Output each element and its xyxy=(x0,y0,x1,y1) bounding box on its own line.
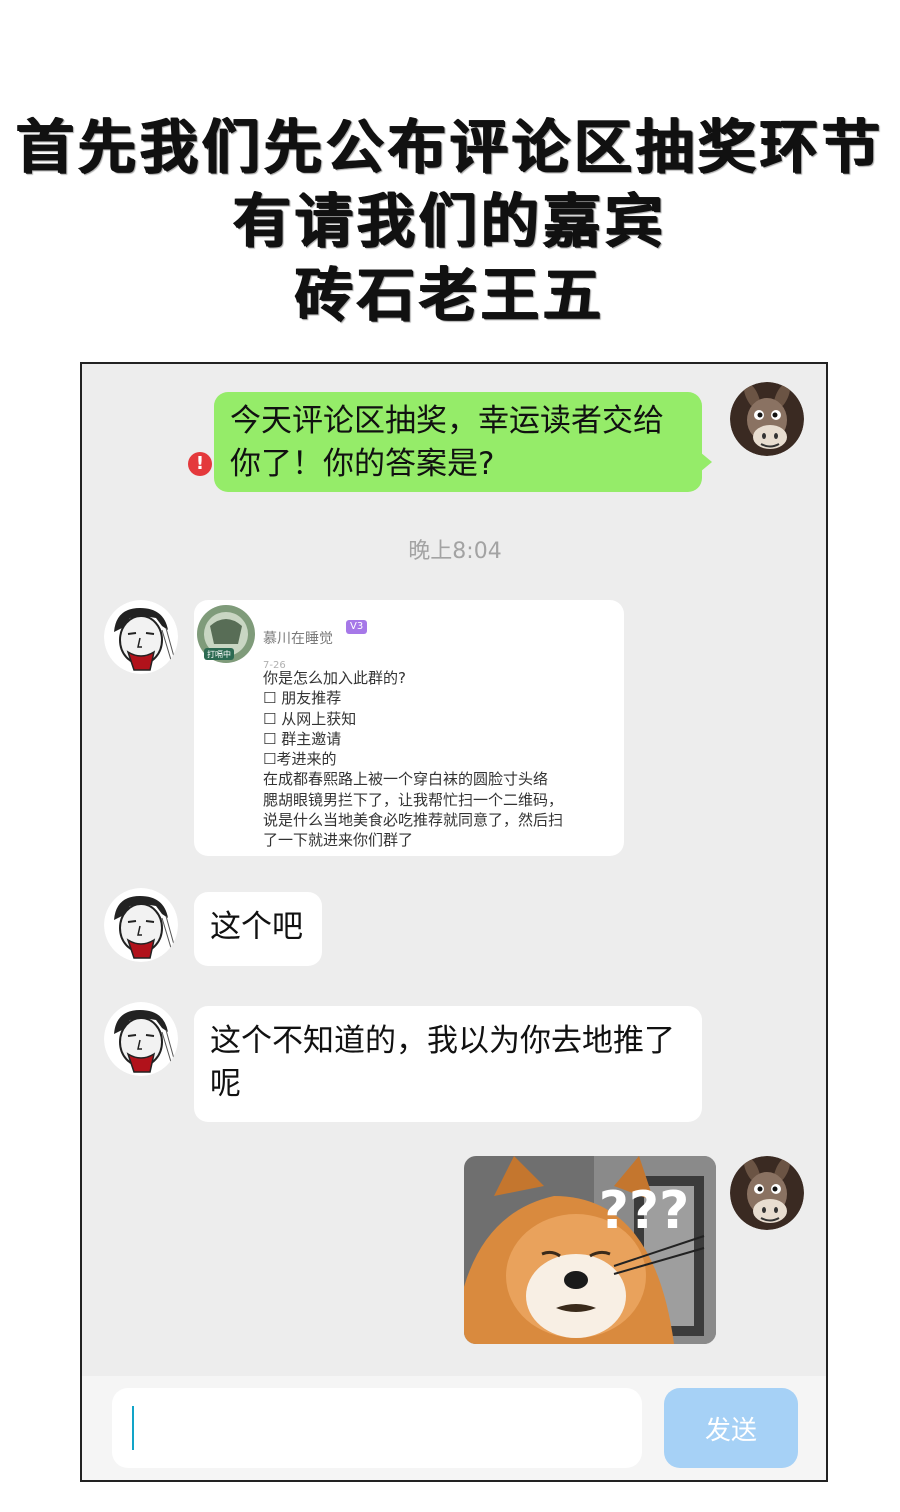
exclamation-circle-icon[interactable]: ! xyxy=(188,452,212,476)
card-line: 说是什么当地美食必吃推荐就同意了，然后扫 xyxy=(263,811,564,830)
message-line: 呢 xyxy=(210,1066,241,1102)
header-title-line-2: 有请我们的嘉宾 xyxy=(232,187,667,255)
message-input[interactable] xyxy=(112,1388,642,1468)
message-line: 今天评论区抽奖，幸运读者交给 xyxy=(230,403,664,439)
message-input-box[interactable] xyxy=(112,1388,642,1468)
card-user-avatar: 打嗝中 xyxy=(197,605,255,663)
other-avatar[interactable] xyxy=(104,888,178,962)
text-caret xyxy=(132,1406,134,1450)
message-line: 这个不知道的，我以为你去地推了 xyxy=(210,1023,675,1059)
level-badge: V3 xyxy=(346,620,368,634)
other-message-bubble[interactable]: 这个吧 xyxy=(194,892,322,966)
self-message-bubble[interactable]: 今天评论区抽奖，幸运读者交给 你了！你的答案是? xyxy=(214,392,702,492)
card-line: ☐ 朋友推荐 xyxy=(263,689,342,708)
message-line: 你了！你的答案是? xyxy=(230,446,495,482)
card-body: 你是怎么加入此群的? ☐ 朋友推荐 ☐ 从网上获知 ☐ 群主邀请 ☐考进来的 在… xyxy=(263,668,563,851)
input-bar: 发送 xyxy=(82,1376,826,1480)
card-line: 了一下就进来你们群了 xyxy=(263,831,414,850)
header-title-line-1: 首先我们先公布评论区抽奖环节 xyxy=(15,113,884,181)
donkey-avatar-icon xyxy=(730,382,804,456)
other-avatar[interactable] xyxy=(104,600,178,674)
dog-sticker-image[interactable]: ??? xyxy=(464,1156,716,1344)
card-line: 在成都春熙路上被一个穿白袜的圆脸寸头络 xyxy=(263,770,549,789)
send-button[interactable]: 发送 xyxy=(664,1388,798,1468)
message-timestamp: 晚上8:04 xyxy=(408,539,502,564)
other-message-bubble[interactable]: 这个不知道的，我以为你去地推了 呢 xyxy=(194,1006,702,1122)
donkey-avatar-icon xyxy=(730,1156,804,1230)
sketch-face-avatar-icon xyxy=(104,600,178,674)
other-avatar[interactable] xyxy=(104,1002,178,1076)
card-line: ☐考进来的 xyxy=(263,750,337,769)
self-avatar[interactable] xyxy=(730,382,804,456)
card-line: ☐ 从网上获知 xyxy=(263,709,357,728)
card-line: 腮胡眼镜男拦下了，让我帮忙扫一个二维码， xyxy=(263,790,564,809)
sticker-caption: ??? xyxy=(599,1181,690,1241)
chat-window: 今天评论区抽奖，幸运读者交给 你了！你的答案是? ! 晚上8:04 打嗝中 慕川… xyxy=(80,362,828,1482)
header-title: 首先我们先公布评论区抽奖环节 有请我们的嘉宾 砖石老王五 xyxy=(0,110,900,332)
header-title-line-3: 砖石老王五 xyxy=(294,261,605,329)
card-line: ☐ 群主邀请 xyxy=(263,729,342,748)
message-text: 这个吧 xyxy=(210,909,303,945)
shiba-dog-photo: ??? xyxy=(464,1156,716,1344)
screenshot-card[interactable]: 打嗝中 慕川在睡觉 V3 7-26 你是怎么加入此群的? ☐ 朋友推荐 ☐ 从网… xyxy=(194,600,624,856)
card-line: 你是怎么加入此群的? xyxy=(263,669,406,687)
card-avatar-tag: 打嗝中 xyxy=(207,649,231,659)
sketch-face-avatar-icon xyxy=(104,888,178,962)
sketch-face-avatar-icon xyxy=(104,1002,178,1076)
self-avatar[interactable] xyxy=(730,1156,804,1230)
